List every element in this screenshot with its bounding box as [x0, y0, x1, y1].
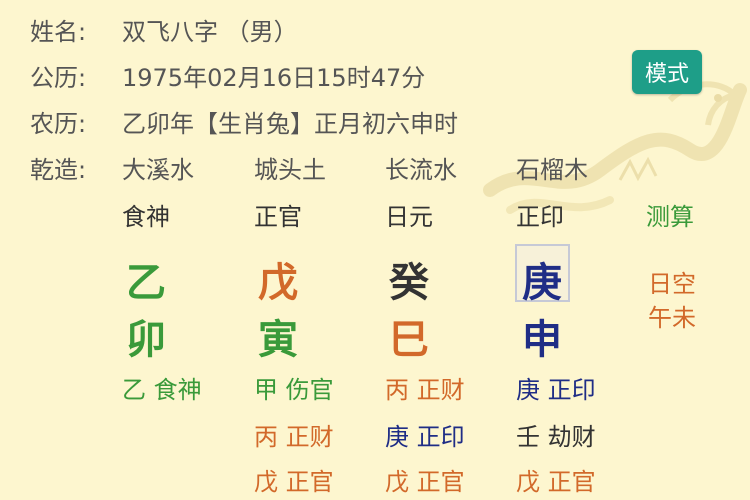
solar-date-value: 1975年02月16日15时47分 — [122, 64, 426, 92]
shishen-hour: 正印 — [516, 203, 564, 231]
shishen-year: 食神 — [122, 203, 170, 231]
hidden-stem-god: 劫财 — [547, 423, 596, 451]
nayin-month: 城头土 — [254, 156, 326, 184]
stem-month[interactable]: 戊 — [258, 250, 298, 308]
branch-month[interactable]: 寅 — [258, 307, 298, 365]
calc-link[interactable]: 测算 — [646, 197, 694, 232]
hidden-stem-char: 乙 — [122, 376, 146, 404]
qianzao-label: 乾造: — [30, 156, 87, 184]
hidden-stem-char: 戊 — [516, 468, 540, 496]
hidden-stem-char: 庚 — [516, 376, 540, 404]
hidden-stem: 庚 正印 — [385, 417, 465, 452]
hidden-stem-char: 庚 — [385, 423, 409, 451]
nayin-hour: 石榴木 — [516, 156, 588, 184]
hidden-stem-god: 正印 — [547, 376, 596, 404]
branch-year[interactable]: 卯 — [126, 307, 166, 365]
hidden-stem: 甲 伤官 — [254, 370, 334, 405]
hidden-stem: 丙 正财 — [385, 370, 465, 405]
hidden-stem-god: 正官 — [547, 468, 596, 496]
hidden-stem-god: 正财 — [285, 423, 334, 451]
name-value: 双飞八字 （男） — [122, 18, 298, 46]
stem-year[interactable]: 乙 — [126, 250, 166, 308]
hidden-stem-god: 伤官 — [285, 376, 334, 404]
hidden-stem: 庚 正印 — [516, 370, 596, 405]
mode-button[interactable]: 模式 — [632, 50, 702, 94]
branch-hour[interactable]: 申 — [522, 307, 562, 365]
hidden-stem-char: 丙 — [254, 423, 278, 451]
hidden-stem-god: 正官 — [416, 468, 465, 496]
hidden-stem: 戊 正官 — [385, 462, 465, 497]
hidden-stem: 乙 食神 — [122, 370, 202, 405]
dragon-watermark-icon — [483, 81, 747, 214]
hidden-stem-god: 正官 — [285, 468, 334, 496]
lunar-date-value: 乙卯年【生肖兔】正月初六申时 — [122, 110, 458, 138]
branch-day[interactable]: 巳 — [389, 307, 429, 365]
hidden-stem-god: 正印 — [416, 423, 465, 451]
hidden-stem-char: 戊 — [254, 468, 278, 496]
shishen-day: 日元 — [385, 203, 433, 231]
hidden-stem-char: 壬 — [516, 423, 540, 451]
kong-line1: 日空 — [648, 270, 696, 298]
kong-line2: 午未 — [648, 304, 696, 332]
hidden-stem: 戊 正官 — [516, 462, 596, 497]
hidden-stem-char: 戊 — [385, 468, 409, 496]
name-label: 姓名: — [30, 18, 87, 46]
nayin-year: 大溪水 — [122, 156, 194, 184]
hidden-stem-god: 正财 — [416, 376, 465, 404]
hidden-stem: 壬 劫财 — [516, 417, 596, 452]
stem-hour[interactable]: 庚 — [522, 250, 562, 308]
hidden-stem-god: 食神 — [153, 376, 202, 404]
shishen-month: 正官 — [254, 203, 302, 231]
hidden-stem-char: 甲 — [254, 376, 278, 404]
nayin-day: 长流水 — [385, 156, 457, 184]
hidden-stem: 丙 正财 — [254, 417, 334, 452]
solar-date-label: 公历: — [30, 64, 87, 92]
hidden-stem: 戊 正官 — [254, 462, 334, 497]
stem-day[interactable]: 癸 — [389, 250, 429, 308]
lunar-date-label: 农历: — [30, 110, 87, 138]
hidden-stem-char: 丙 — [385, 376, 409, 404]
